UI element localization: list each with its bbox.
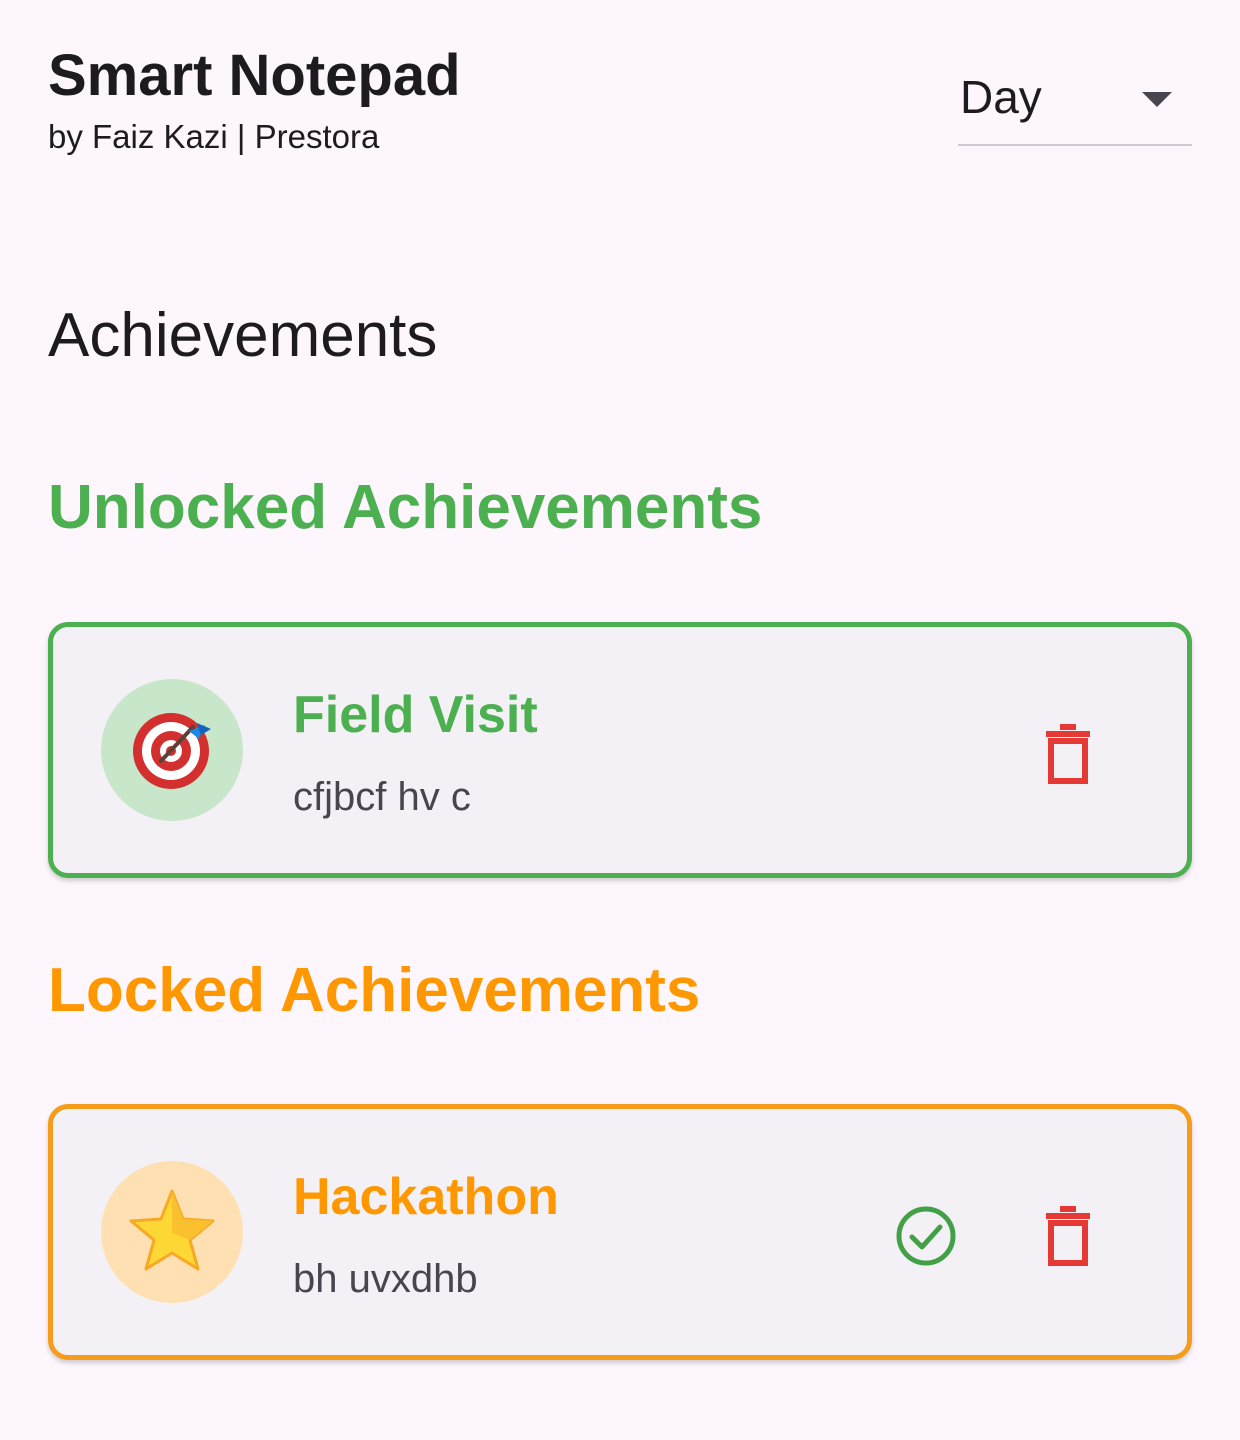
mark-complete-button[interactable] (895, 1205, 957, 1267)
trash-icon (1046, 1206, 1090, 1266)
achievement-description: cfjbcf hv c (293, 775, 471, 819)
achievement-title: Hackathon (293, 1168, 559, 1226)
achievement-description: bh uvxdhb (293, 1257, 478, 1301)
section-title-unlocked: Unlocked Achievements (48, 473, 763, 542)
star-icon (129, 1189, 215, 1271)
page-title: Achievements (48, 301, 438, 370)
achievement-avatar (101, 1161, 243, 1303)
achievement-title: Field Visit (293, 686, 538, 744)
period-dropdown-value: Day (960, 71, 1042, 123)
app-title: Smart Notepad (48, 43, 461, 108)
achievement-avatar (101, 679, 243, 821)
period-dropdown[interactable]: Day (958, 60, 1192, 146)
chevron-down-icon (1142, 92, 1172, 107)
check-circle-icon (896, 1206, 956, 1266)
target-dart-icon (133, 713, 211, 789)
achievement-card-unlocked[interactable]: Field Visit cfjbcf hv c (48, 622, 1192, 878)
achievement-card-locked[interactable]: Hackathon bh uvxdhb (48, 1104, 1192, 1360)
delete-button[interactable] (1038, 721, 1098, 787)
app-subtitle: by Faiz Kazi | Prestora (48, 118, 380, 155)
delete-button[interactable] (1038, 1203, 1098, 1269)
trash-icon (1046, 724, 1090, 784)
section-title-locked: Locked Achievements (48, 956, 701, 1025)
